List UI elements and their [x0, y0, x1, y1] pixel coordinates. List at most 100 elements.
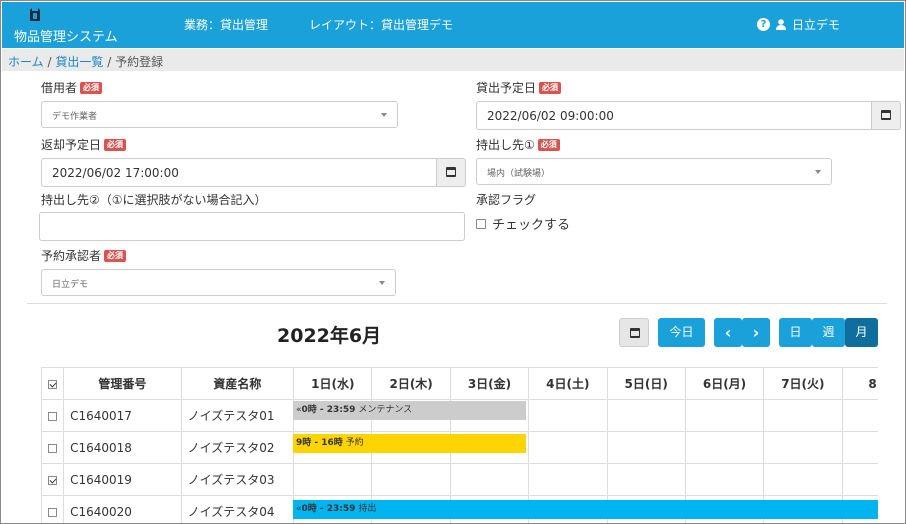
event-time: 0時 - 23:59	[301, 504, 356, 514]
destination2-input[interactable]	[39, 212, 465, 241]
column-header-number: 管理番号	[63, 367, 182, 400]
breadcrumb-sep: /	[47, 55, 52, 69]
day-cell[interactable]	[763, 463, 843, 496]
calendar-icon	[881, 110, 891, 120]
day-cell[interactable]	[606, 399, 686, 432]
select-all-checkbox[interactable]	[48, 379, 58, 389]
row-select-cell[interactable]	[41, 399, 65, 432]
day-cell[interactable]	[449, 463, 530, 496]
day-cell[interactable]	[528, 463, 608, 496]
row-checkbox[interactable]	[48, 411, 58, 421]
event-label: メンテナンス	[358, 405, 413, 415]
help-icon[interactable]: ?	[756, 18, 770, 31]
select-all-cell[interactable]	[41, 367, 65, 400]
day-cell[interactable]	[841, 431, 878, 464]
day-cell[interactable]	[606, 431, 686, 464]
view-month-button[interactable]: 月	[845, 318, 878, 347]
warehouse-logo-icon	[30, 8, 40, 21]
column-header-day: 1日(水)	[293, 367, 373, 400]
day-cell[interactable]	[528, 431, 608, 464]
schedule-event[interactable]: 9時 - 16時 予約	[293, 434, 526, 453]
today-button[interactable]: 今日	[658, 318, 705, 347]
row-name: ノイズテスタ03	[180, 463, 295, 496]
return-date-label: 返却予定日 必須	[41, 136, 127, 153]
prev-button[interactable]: ‹	[714, 318, 742, 347]
layout-label[interactable]: レイアウト：貸出管理デモ	[309, 16, 453, 33]
column-header-day: 4日(土)	[528, 367, 608, 400]
approval-checkbox[interactable]	[476, 218, 486, 229]
borrower-label: 借用者 必須	[41, 79, 103, 96]
chevron-down-icon	[381, 113, 387, 117]
user-icon	[775, 19, 786, 30]
table-row: C1640019 ノイズテスタ03	[41, 463, 878, 496]
column-header-name: 資産名称	[180, 367, 295, 400]
day-cell[interactable]	[763, 399, 843, 432]
chevron-down-icon	[815, 170, 821, 174]
business-label[interactable]: 業務：貸出管理	[184, 16, 268, 33]
column-header-day: 8日(	[841, 367, 878, 400]
row-number: C1640020	[63, 495, 182, 523]
borrower-select[interactable]: デモ作業者	[41, 101, 398, 128]
view-week-button[interactable]: 週	[812, 318, 845, 347]
required-badge: 必須	[104, 249, 127, 262]
row-name: ノイズテスタ02	[180, 431, 295, 464]
day-cell[interactable]	[841, 399, 878, 432]
event-time: 0時 - 23:59	[301, 405, 356, 415]
row-number: C1640019	[63, 463, 182, 496]
column-header-day: 3日(金)	[449, 367, 530, 400]
approval-checkbox-row[interactable]: チェックする	[476, 214, 570, 233]
day-cell[interactable]	[528, 399, 608, 432]
approver-label: 予約承認者 必須	[41, 247, 127, 264]
calendar-month-title: 2022年6月	[277, 325, 382, 347]
day-cell[interactable]	[841, 463, 878, 496]
return-date-input[interactable]: 2022/06/02 17:00:00	[41, 158, 437, 187]
lend-date-input[interactable]: 2022/06/02 09:00:00	[476, 101, 872, 130]
column-header-day: 2日(木)	[371, 367, 451, 400]
approval-flag-label: 承認フラグ	[476, 193, 537, 207]
row-select-cell[interactable]	[41, 495, 65, 523]
breadcrumb-sep: /	[107, 55, 112, 69]
day-cell[interactable]	[606, 463, 686, 496]
breadcrumb-current: 予約登録	[115, 55, 164, 69]
day-cell[interactable]	[371, 463, 451, 496]
breadcrumb-list[interactable]: 貸出一覧	[55, 55, 103, 69]
row-checkbox[interactable]	[48, 475, 58, 485]
destination1-label: 持出し先① 必須	[476, 136, 560, 153]
row-checkbox[interactable]	[48, 507, 58, 517]
row-number: C1640018	[63, 431, 182, 464]
breadcrumb-home[interactable]: ホーム	[8, 55, 44, 69]
day-cell[interactable]	[763, 431, 843, 464]
row-select-cell[interactable]	[41, 431, 65, 464]
next-button[interactable]: ›	[742, 318, 770, 347]
calendar-picker-button[interactable]	[619, 318, 649, 347]
day-cell[interactable]	[684, 431, 765, 464]
day-cell[interactable]	[684, 463, 765, 496]
approval-checkbox-label[interactable]: チェックする	[492, 214, 570, 233]
schedule-event[interactable]: «0時 - 23:59 メンテナンス	[293, 401, 526, 420]
section-divider	[27, 303, 887, 304]
column-header-day: 5日(日)	[606, 367, 686, 400]
app-title[interactable]: 物品管理システム	[14, 26, 118, 45]
view-day-button[interactable]: 日	[779, 318, 812, 347]
schedule-grid: 管理番号 資産名称 1日(水) 2日(木) 3日(金) 4日(土) 5日(日) …	[41, 367, 878, 523]
event-label: 予約	[345, 438, 364, 448]
user-name[interactable]: 日立デモ	[792, 16, 840, 33]
required-badge: 必須	[539, 81, 562, 94]
user-menu[interactable]: ? 日立デモ	[756, 16, 840, 33]
row-select-cell[interactable]	[41, 463, 65, 496]
required-badge: 必須	[80, 81, 103, 94]
row-name: ノイズテスタ04	[180, 495, 295, 523]
chevron-down-icon	[379, 281, 385, 285]
destination1-select[interactable]: 場内（試験場）	[476, 158, 832, 185]
schedule-event[interactable]: «0時 - 23:59 持出	[293, 500, 878, 519]
return-date-calendar-button[interactable]	[437, 158, 466, 187]
approver-select[interactable]: 日立デモ	[41, 269, 396, 296]
day-cell[interactable]	[293, 463, 373, 496]
day-cell[interactable]	[684, 399, 765, 432]
calendar-icon	[446, 167, 456, 177]
row-checkbox[interactable]	[48, 443, 58, 453]
row-number: C1640017	[63, 399, 182, 432]
column-header-day: 6日(月)	[684, 367, 765, 400]
lend-date-calendar-button[interactable]	[872, 101, 901, 130]
column-header-day: 7日(火)	[763, 367, 843, 400]
